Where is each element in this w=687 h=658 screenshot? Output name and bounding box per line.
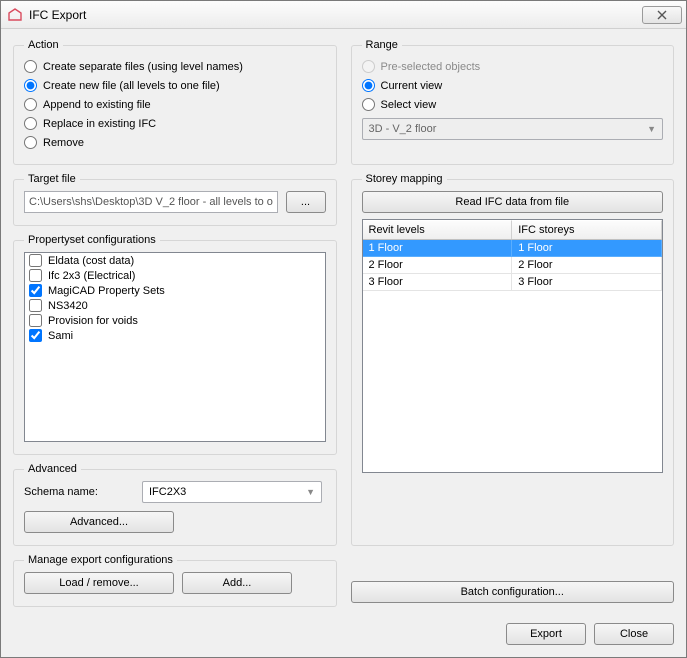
cell-ifc: 3 Floor xyxy=(512,274,662,291)
range-radio[interactable] xyxy=(362,98,375,111)
action-group: Action Create separate files (using leve… xyxy=(13,39,337,165)
dialog-window: IFC Export Action Create separate files … xyxy=(0,0,687,658)
pset-label: NS3420 xyxy=(48,300,88,312)
pset-label: Sami xyxy=(48,330,73,342)
read-ifc-button[interactable]: Read IFC data from file xyxy=(362,191,664,213)
storey-header-right[interactable]: IFC storeys xyxy=(512,220,662,239)
pset-check[interactable] xyxy=(29,329,42,342)
range-option-preselected: Pre-selected objects xyxy=(362,57,664,76)
list-item[interactable]: Ifc 2x3 (Electrical) xyxy=(25,268,325,283)
pset-label: Provision for voids xyxy=(48,315,138,327)
range-label: Pre-selected objects xyxy=(381,61,481,73)
action-option-replace[interactable]: Replace in existing IFC xyxy=(24,114,326,133)
action-radio[interactable] xyxy=(24,60,37,73)
storey-legend: Storey mapping xyxy=(362,173,447,185)
action-label: Append to existing file xyxy=(43,99,151,111)
cell-revit: 2 Floor xyxy=(363,257,513,274)
schema-label: Schema name: xyxy=(24,486,134,498)
export-button[interactable]: Export xyxy=(506,623,586,645)
action-radio[interactable] xyxy=(24,79,37,92)
view-select[interactable]: 3D - V_2 floor ▼ xyxy=(362,118,664,140)
storey-header-left[interactable]: Revit levels xyxy=(363,220,513,239)
table-row[interactable]: 3 Floor 3 Floor xyxy=(363,274,663,291)
cell-ifc: 2 Floor xyxy=(512,257,662,274)
cell-revit: 3 Floor xyxy=(363,274,513,291)
pset-check[interactable] xyxy=(29,284,42,297)
action-label: Create separate files (using level names… xyxy=(43,61,243,73)
storey-body: 1 Floor 1 Floor 2 Floor 2 Floor 3 Floor … xyxy=(363,240,663,472)
advanced-button[interactable]: Advanced... xyxy=(24,511,174,533)
view-select-value: 3D - V_2 floor xyxy=(369,123,437,135)
manage-group: Manage export configurations Load / remo… xyxy=(13,554,337,607)
range-label: Current view xyxy=(381,80,443,92)
action-option-append[interactable]: Append to existing file xyxy=(24,95,326,114)
range-option-current[interactable]: Current view xyxy=(362,76,664,95)
titlebar: IFC Export xyxy=(1,1,686,29)
close-icon[interactable] xyxy=(642,6,682,24)
load-remove-button[interactable]: Load / remove... xyxy=(24,572,174,594)
close-button[interactable]: Close xyxy=(594,623,674,645)
cell-ifc: 1 Floor xyxy=(512,240,662,257)
action-label: Create new file (all levels to one file) xyxy=(43,80,220,92)
batch-cell: Batch configuration... xyxy=(351,550,675,611)
action-radio[interactable] xyxy=(24,136,37,149)
list-item[interactable]: NS3420 xyxy=(25,298,325,313)
advanced-group: Advanced Schema name: IFC2X3 ▼ Advanced.… xyxy=(13,463,337,546)
targetfile-legend: Target file xyxy=(24,173,80,185)
targetfile-input[interactable] xyxy=(24,191,278,213)
propertyset-legend: Propertyset configurations xyxy=(24,234,160,246)
storey-header: Revit levels IFC storeys xyxy=(363,220,663,240)
add-button[interactable]: Add... xyxy=(182,572,292,594)
list-item[interactable]: Sami xyxy=(25,328,325,343)
storey-table: Revit levels IFC storeys 1 Floor 1 Floor… xyxy=(362,219,664,473)
pset-label: Ifc 2x3 (Electrical) xyxy=(48,270,135,282)
batch-config-button[interactable]: Batch configuration... xyxy=(351,581,675,603)
table-row[interactable]: 2 Floor 2 Floor xyxy=(363,257,663,274)
schema-value: IFC2X3 xyxy=(149,486,186,498)
advanced-legend: Advanced xyxy=(24,463,81,475)
table-row[interactable]: 1 Floor 1 Floor xyxy=(363,240,663,257)
list-item[interactable]: Provision for voids xyxy=(25,313,325,328)
action-label: Replace in existing IFC xyxy=(43,118,156,130)
chevron-down-icon: ▼ xyxy=(647,124,656,134)
pset-check[interactable] xyxy=(29,314,42,327)
targetfile-group: Target file ... xyxy=(13,173,337,226)
pset-check[interactable] xyxy=(29,299,42,312)
range-radio[interactable] xyxy=(362,79,375,92)
action-legend: Action xyxy=(24,39,63,51)
range-label: Select view xyxy=(381,99,437,111)
list-item[interactable]: MagiCAD Property Sets xyxy=(25,283,325,298)
browse-button[interactable]: ... xyxy=(286,191,326,213)
chevron-down-icon: ▼ xyxy=(306,487,315,497)
action-radio[interactable] xyxy=(24,117,37,130)
schema-select[interactable]: IFC2X3 ▼ xyxy=(142,481,322,503)
propertyset-list[interactable]: Eldata (cost data) Ifc 2x3 (Electrical) … xyxy=(24,252,326,442)
cell-revit: 1 Floor xyxy=(363,240,513,257)
range-option-select[interactable]: Select view xyxy=(362,95,664,114)
action-option-remove[interactable]: Remove xyxy=(24,133,326,152)
action-radio[interactable] xyxy=(24,98,37,111)
pset-label: MagiCAD Property Sets xyxy=(48,285,165,297)
action-option-newfile[interactable]: Create new file (all levels to one file) xyxy=(24,76,326,95)
action-label: Remove xyxy=(43,137,84,149)
pset-check[interactable] xyxy=(29,254,42,267)
storey-group: Storey mapping Read IFC data from file R… xyxy=(351,173,675,546)
content-area: Action Create separate files (using leve… xyxy=(1,29,686,617)
manage-legend: Manage export configurations xyxy=(24,554,177,566)
pset-check[interactable] xyxy=(29,269,42,282)
range-group: Range Pre-selected objects Current view … xyxy=(351,39,675,165)
range-legend: Range xyxy=(362,39,402,51)
app-icon xyxy=(7,7,23,23)
footer: Export Close xyxy=(1,617,686,657)
action-option-separate[interactable]: Create separate files (using level names… xyxy=(24,57,326,76)
list-item[interactable]: Eldata (cost data) xyxy=(25,253,325,268)
propertyset-group: Propertyset configurations Eldata (cost … xyxy=(13,234,337,455)
window-title: IFC Export xyxy=(29,8,642,22)
pset-label: Eldata (cost data) xyxy=(48,255,134,267)
range-radio xyxy=(362,60,375,73)
